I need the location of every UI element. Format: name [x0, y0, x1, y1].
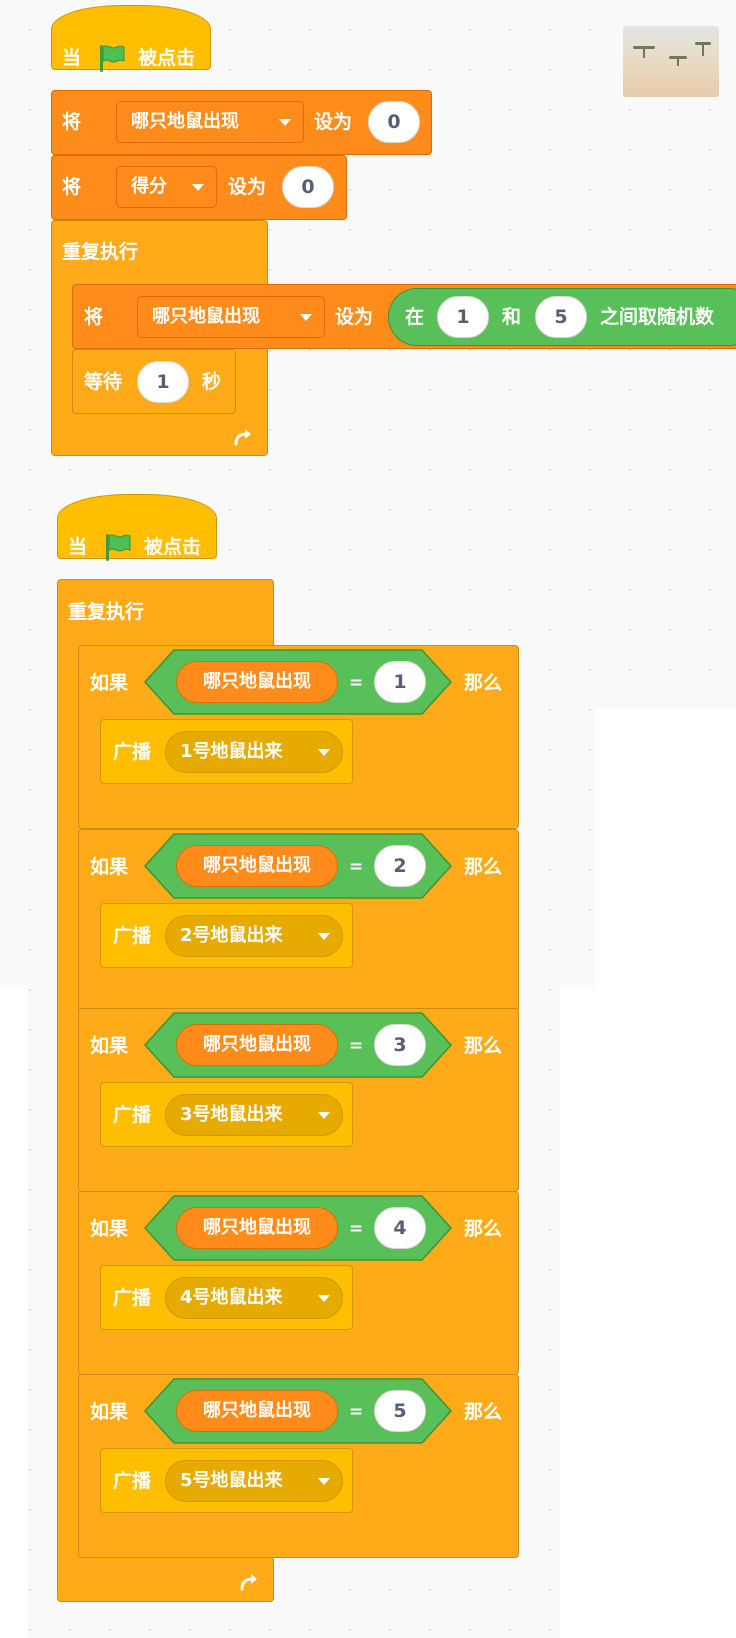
if-label: 如果 [90, 1218, 129, 1240]
variable-reporter[interactable]: 哪只地鼠出现 [176, 845, 338, 887]
dropdown-caret-icon [318, 749, 330, 756]
broadcast-label: 广播 [113, 741, 152, 763]
wait-label: 等待 [84, 371, 123, 393]
value-input[interactable]: 0 [368, 101, 420, 143]
dropdown-caret-icon [318, 1295, 330, 1302]
then-label: 那么 [464, 672, 503, 694]
broadcast-label: 广播 [113, 1287, 152, 1309]
dropdown-caret-icon [300, 314, 312, 321]
green-flag-icon [100, 45, 125, 72]
broadcast-message-dropdown[interactable]: 3号地鼠出来 [165, 1094, 343, 1136]
equals-sign: = [349, 673, 364, 693]
then-label: 那么 [464, 1401, 503, 1423]
compare-value-input[interactable]: 4 [374, 1207, 426, 1249]
equals-sign: = [349, 1402, 364, 1422]
and-label: 和 [502, 306, 522, 328]
green-flag-icon [106, 534, 131, 561]
set-to-label: 设为 [335, 306, 374, 328]
equals-sign: = [349, 1219, 364, 1239]
equals-sign: = [349, 857, 364, 877]
loop-arrow-icon [240, 1574, 257, 1591]
variable-dropdown[interactable]: 哪只地鼠出现 [116, 101, 304, 143]
seconds-label: 秒 [202, 371, 222, 393]
variable-reporter[interactable]: 哪只地鼠出现 [176, 1390, 338, 1432]
pick-random-label: 在 [405, 306, 425, 328]
variable-reporter[interactable]: 哪只地鼠出现 [176, 661, 338, 703]
stage-thumbnail[interactable] [623, 26, 719, 97]
compare-value-input[interactable]: 1 [374, 661, 426, 703]
broadcast-message-dropdown[interactable]: 1号地鼠出来 [165, 731, 343, 773]
dropdown-caret-icon [318, 1478, 330, 1485]
broadcast-label: 广播 [113, 1470, 152, 1492]
equals-sign: = [349, 1036, 364, 1056]
set-label: 将 [84, 306, 104, 328]
if-label: 如果 [90, 1035, 129, 1057]
broadcast-label: 广播 [113, 1104, 152, 1126]
if-label: 如果 [90, 856, 129, 878]
when-label: 当 [68, 536, 88, 558]
dropdown-caret-icon [318, 1112, 330, 1119]
pick-random-suffix: 之间取随机数 [600, 306, 715, 328]
then-label: 那么 [464, 856, 503, 878]
set-label: 将 [62, 176, 82, 198]
dropdown-caret-icon [192, 184, 204, 191]
forever-label: 重复执行 [62, 241, 139, 263]
canvas-blank-bottom [560, 985, 736, 1638]
then-label: 那么 [464, 1035, 503, 1057]
compare-value-input[interactable]: 5 [374, 1390, 426, 1432]
variable-dropdown[interactable]: 得分 [116, 166, 217, 208]
when-label: 当 [62, 47, 82, 69]
set-label: 将 [62, 111, 82, 133]
variable-reporter[interactable]: 哪只地鼠出现 [176, 1024, 338, 1066]
wait-seconds-input[interactable]: 1 [137, 361, 189, 403]
then-label: 那么 [464, 1218, 503, 1240]
dropdown-caret-icon [318, 933, 330, 940]
loop-arrow-icon [234, 429, 251, 446]
if-label: 如果 [90, 672, 129, 694]
variable-reporter[interactable]: 哪只地鼠出现 [176, 1207, 338, 1249]
dropdown-caret-icon [279, 119, 291, 126]
set-to-label: 设为 [228, 176, 267, 198]
set-to-label: 设为 [314, 111, 353, 133]
compare-value-input[interactable]: 3 [374, 1024, 426, 1066]
canvas-blank-left [0, 985, 28, 1638]
forever-label: 重复执行 [68, 601, 145, 623]
random-from-input[interactable]: 1 [437, 296, 489, 338]
clicked-label: 被点击 [144, 536, 202, 558]
broadcast-label: 广播 [113, 925, 152, 947]
compare-value-input[interactable]: 2 [374, 845, 426, 887]
clicked-label: 被点击 [138, 47, 196, 69]
value-input[interactable]: 0 [282, 166, 334, 208]
variable-dropdown[interactable]: 哪只地鼠出现 [137, 296, 325, 338]
broadcast-message-dropdown[interactable]: 4号地鼠出来 [165, 1277, 343, 1319]
broadcast-message-dropdown[interactable]: 2号地鼠出来 [165, 915, 343, 957]
broadcast-message-dropdown[interactable]: 5号地鼠出来 [165, 1460, 343, 1502]
if-label: 如果 [90, 1401, 129, 1423]
random-to-input[interactable]: 5 [535, 296, 587, 338]
